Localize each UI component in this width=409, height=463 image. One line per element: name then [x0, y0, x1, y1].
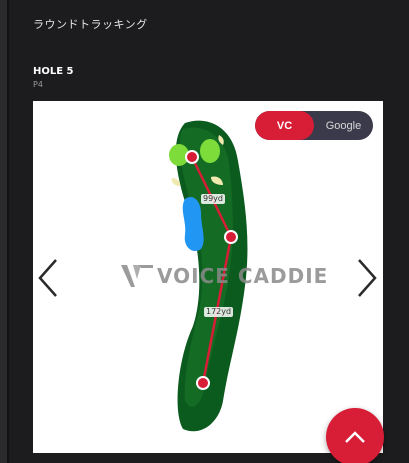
distance-label-to-green: 99yd — [201, 194, 225, 204]
distance-label-from-tee: 172yd — [204, 307, 234, 317]
chevron-right-icon — [358, 259, 377, 297]
target-marker — [185, 150, 199, 164]
hole-map[interactable]: 99yd 172yd VOICE CADDIE VC Google — [33, 101, 383, 453]
round-tracking-screen: ラウンドトラッキング HOLE 5 P4 99yd 172yd VOICE CA… — [0, 0, 409, 463]
next-hole-button[interactable] — [355, 258, 379, 298]
hole-par: P4 — [33, 80, 43, 89]
map-source-toggle[interactable]: VC Google — [255, 111, 373, 140]
tee-marker — [196, 376, 210, 390]
section-title: ラウンドトラッキング — [33, 18, 148, 31]
toggle-option-google[interactable]: Google — [314, 111, 373, 140]
chevron-up-icon — [345, 431, 365, 443]
green-right — [200, 139, 220, 163]
scroll-up-button[interactable] — [326, 408, 384, 463]
landing-marker — [224, 230, 238, 244]
left-panel-edge — [0, 0, 9, 463]
bunker — [171, 178, 181, 186]
voice-caddie-logo-icon — [121, 265, 153, 287]
watermark-text: VOICE CADDIE — [157, 264, 329, 288]
previous-hole-button[interactable] — [36, 258, 60, 298]
chevron-left-icon — [38, 259, 57, 297]
hole-title: HOLE 5 — [33, 66, 74, 77]
voice-caddie-watermark: VOICE CADDIE — [119, 261, 328, 291]
toggle-option-vc[interactable]: VC — [255, 111, 314, 140]
